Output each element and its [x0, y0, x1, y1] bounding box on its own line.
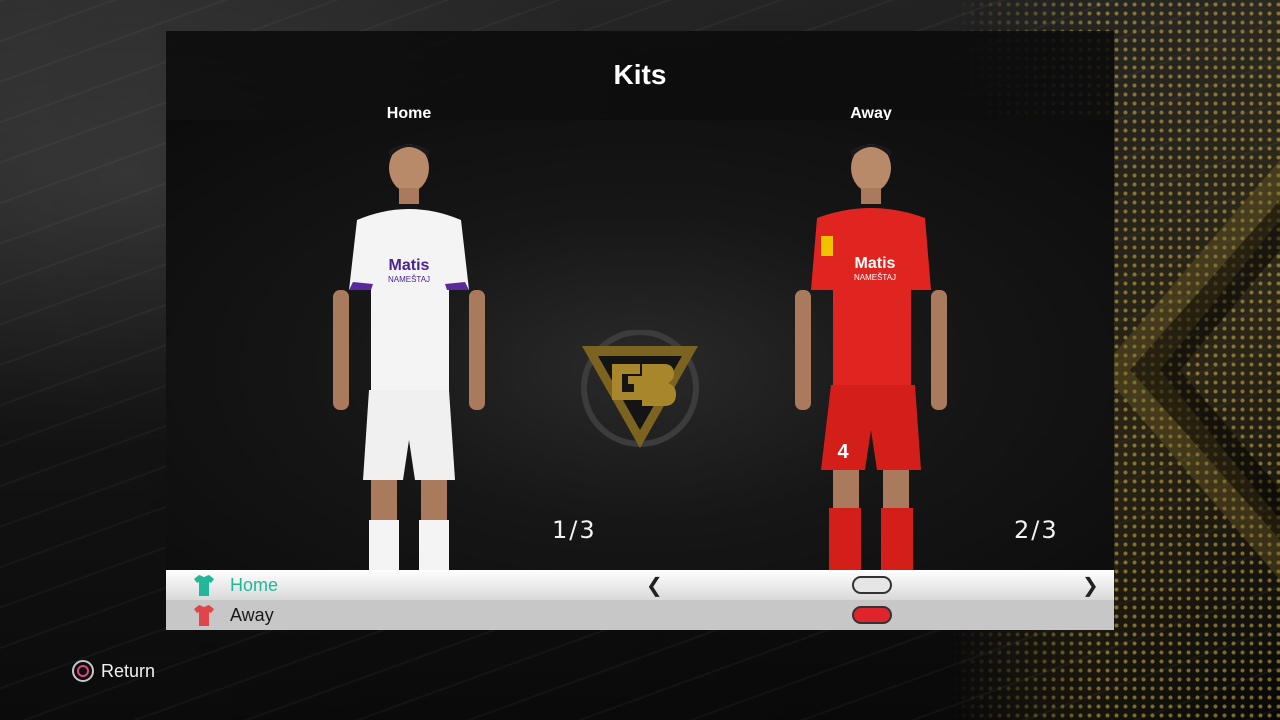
gb-logo-icon — [576, 329, 704, 470]
home-sponsor-text: Matis — [389, 257, 430, 274]
kit-list-item-label: Home — [230, 575, 279, 595]
shirt-icon — [194, 605, 214, 626]
home-kit-color-swatch — [852, 576, 892, 594]
kit-list-item-away[interactable]: Away — [166, 600, 1114, 630]
kits-panel: Kits Home Away Matis NAMEŠTAJ Matis NAME… — [166, 31, 1114, 630]
kit-list-item-home[interactable]: Home ❮ ❯ — [166, 570, 1114, 600]
home-kit-player: Matis NAMEŠTAJ — [333, 144, 485, 570]
home-sponsor-sub-text: NAMEŠTAJ — [388, 275, 430, 284]
next-kit-arrow-icon[interactable]: ❯ — [1082, 570, 1099, 600]
page-title: Kits — [613, 59, 667, 90]
return-button[interactable]: Return — [72, 659, 155, 683]
away-kit-player: Matis NAMEŠTAJ 4 — [795, 144, 947, 570]
away-kit-color-swatch — [852, 606, 892, 624]
shirt-icon — [194, 575, 214, 596]
circle-button-icon — [72, 660, 94, 682]
kit-list-item-label: Away — [230, 605, 274, 625]
away-shorts-number: 4 — [837, 441, 849, 463]
away-sponsor-text: Matis — [855, 255, 896, 272]
return-label: Return — [101, 660, 156, 681]
kit-preview-stage: Matis NAMEŠTAJ Matis NAMEŠTAJ 4 1/3 2/3 — [166, 120, 1114, 570]
away-sponsor-sub-text: NAMEŠTAJ — [854, 273, 896, 282]
home-kit-counter: 1/3 — [552, 516, 597, 544]
away-kit-counter: 2/3 — [1014, 516, 1059, 544]
previous-kit-arrow-icon[interactable]: ❮ — [646, 570, 663, 600]
